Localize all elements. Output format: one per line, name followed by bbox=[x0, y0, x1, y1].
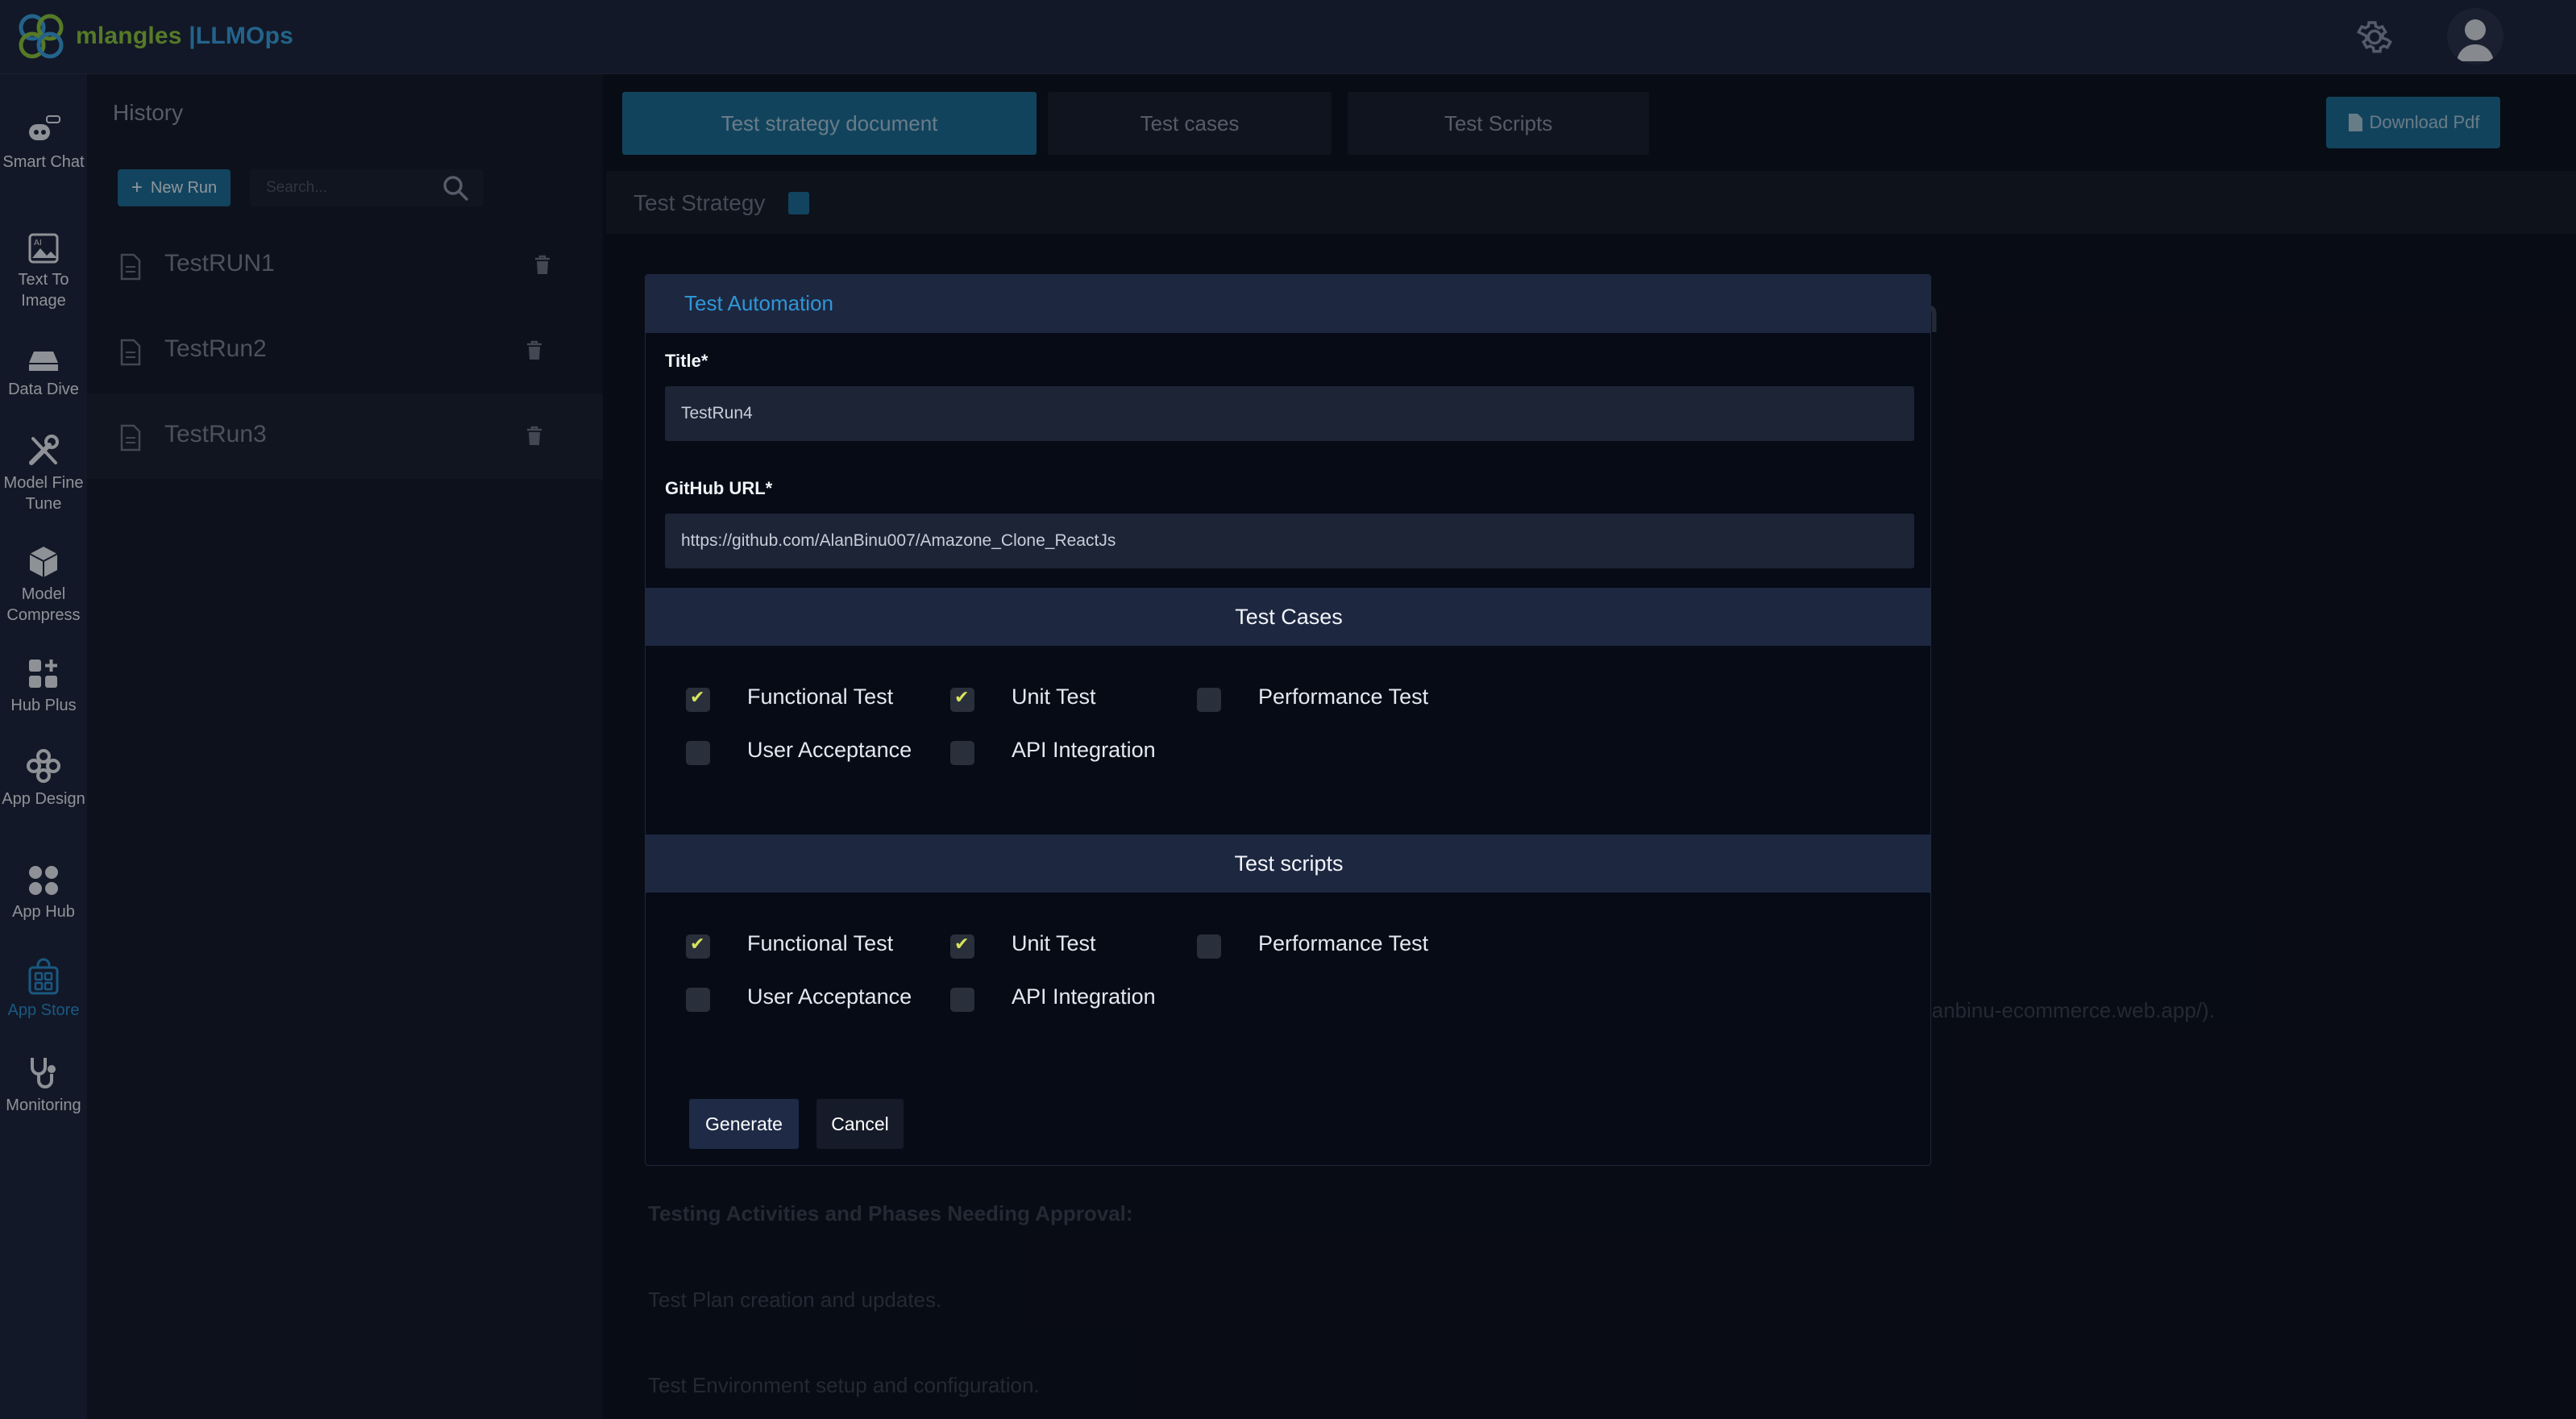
title-input[interactable]: TestRun4 bbox=[665, 386, 1914, 441]
section-heading: Test Cases bbox=[1235, 604, 1343, 629]
generate-button[interactable]: Generate bbox=[689, 1099, 799, 1149]
generate-label: Generate bbox=[705, 1113, 783, 1134]
checkbox-label: Performance Test bbox=[1258, 931, 1429, 955]
ts-user-acceptance-checkbox[interactable] bbox=[686, 988, 710, 1012]
checkbox-label: API Integration bbox=[1012, 984, 1156, 1009]
title-field-label: Title* bbox=[665, 351, 708, 371]
checkbox-label: API Integration bbox=[1012, 738, 1156, 762]
section-heading: Test scripts bbox=[1234, 851, 1344, 876]
modal-header: Test Automation bbox=[646, 275, 1930, 333]
tc-api-integration-checkbox[interactable] bbox=[950, 741, 974, 765]
ts-functional-test-checkbox[interactable] bbox=[686, 934, 710, 959]
ts-performance-test-checkbox[interactable] bbox=[1197, 934, 1221, 959]
checkbox-label: Functional Test bbox=[747, 931, 894, 955]
tc-functional-test-checkbox[interactable] bbox=[686, 688, 710, 712]
tc-user-acceptance-checkbox[interactable] bbox=[686, 741, 710, 765]
title-input-value: TestRun4 bbox=[681, 404, 753, 422]
test-scripts-section-header: Test scripts bbox=[646, 834, 1930, 893]
cancel-button[interactable]: Cancel bbox=[816, 1099, 904, 1149]
cancel-label: Cancel bbox=[831, 1113, 889, 1134]
checkbox-label: User Acceptance bbox=[747, 984, 912, 1009]
ts-api-integration-checkbox[interactable] bbox=[950, 988, 974, 1012]
checkbox-label: Unit Test bbox=[1012, 931, 1096, 955]
checkbox-label: Functional Test bbox=[747, 685, 894, 709]
github-url-input[interactable]: https://github.com/AlanBinu007/Amazone_C… bbox=[665, 514, 1914, 568]
checkbox-label: Unit Test bbox=[1012, 685, 1096, 709]
tc-unit-test-checkbox[interactable] bbox=[950, 688, 974, 712]
github-url-label: GitHub URL* bbox=[665, 478, 773, 498]
github-url-value: https://github.com/AlanBinu007/Amazone_C… bbox=[681, 531, 1116, 550]
modal-title: Test Automation bbox=[684, 291, 833, 315]
tc-performance-test-checkbox[interactable] bbox=[1197, 688, 1221, 712]
test-automation-modal: Test Automation Title* TestRun4 GitHub U… bbox=[645, 274, 1931, 1166]
test-cases-section-header: Test Cases bbox=[646, 588, 1930, 646]
checkbox-label: Performance Test bbox=[1258, 685, 1429, 709]
ts-unit-test-checkbox[interactable] bbox=[950, 934, 974, 959]
checkbox-label: User Acceptance bbox=[747, 738, 912, 762]
